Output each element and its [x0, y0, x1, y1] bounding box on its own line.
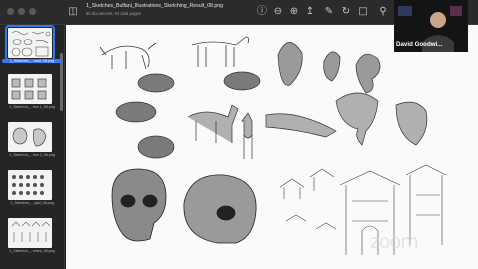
hoof-sketch — [323, 51, 341, 82]
thumbnail-5[interactable] — [8, 218, 52, 248]
sidebar-toggle-icon[interactable]: ◫ — [66, 5, 80, 19]
thumbnail-1[interactable] — [5, 25, 55, 61]
skull-sketch-2 — [183, 174, 257, 244]
zoom-out-icon[interactable]: ⊖ — [271, 5, 285, 19]
thumbnail-4[interactable] — [8, 170, 52, 200]
thumbnail-3-art — [12, 127, 47, 147]
thumbnail-sidebar: 1_Sketches_...esult_08.png 1_Sketches_..… — [0, 25, 65, 269]
deer-sketch — [241, 112, 253, 159]
markup-icon[interactable]: ✎ — [322, 5, 336, 19]
manatee-sketch — [395, 101, 428, 146]
close-window-button[interactable] — [7, 8, 14, 15]
thumbnail-3-label[interactable]: 1_Sketches_...tion 2_08.png — [2, 153, 62, 157]
rhino-sketch-2 — [115, 101, 157, 123]
horse-sketch — [187, 104, 239, 143]
share-icon[interactable]: ↥ — [303, 5, 317, 19]
thumbnail-4-label[interactable]: 1_Sketches_...yaki_08.png — [2, 201, 62, 205]
thumbnail-1-art — [11, 31, 51, 57]
window-controls — [7, 8, 36, 15]
crocodile-sketch — [265, 113, 337, 138]
rhino-sketch-3 — [137, 135, 175, 159]
roof-sketch-1 — [279, 178, 305, 199]
thumbnail-3[interactable] — [8, 122, 52, 152]
thumbnail-5-label[interactable]: 1_Sketches_...tches_08.png — [2, 249, 62, 253]
thumbnail-5-art — [11, 221, 51, 242]
zoom-window-button[interactable] — [29, 8, 36, 15]
zoom-watermark: zoom — [370, 231, 419, 253]
chameleon-sketch — [355, 53, 381, 94]
roof-sketch-2 — [309, 168, 335, 191]
roof-sketch-3 — [285, 214, 337, 230]
seal-sketch — [277, 42, 303, 86]
bird-skeleton-sketch — [99, 42, 157, 70]
participant-video[interactable]: David Goodwi... — [394, 0, 468, 52]
horse-skeleton-sketch — [191, 36, 250, 67]
thumbnail-1-label[interactable]: 1_Sketches_...esult_08.png — [2, 59, 62, 63]
thumbnail-2[interactable] — [8, 74, 52, 104]
rotate-icon[interactable]: ↻ — [339, 5, 353, 19]
crop-icon[interactable]: □ — [356, 5, 370, 19]
document-subtitle: 80 documents, 93 total pages — [86, 11, 141, 16]
elephant-sketch — [335, 92, 379, 146]
skull-sketch-1 — [111, 168, 167, 242]
document-title: 1_Sketches_Bulfani_Illustrations_Sketchi… — [86, 3, 223, 9]
boar-sketch — [223, 71, 261, 91]
zoom-in-icon[interactable]: ⊕ — [287, 5, 301, 19]
rhino-sketch-1 — [137, 73, 175, 93]
minimize-window-button[interactable] — [18, 8, 25, 15]
participant-name: David Goodwi... — [396, 41, 443, 48]
thumbnail-2-art — [11, 78, 47, 100]
thumbnail-4-art — [12, 175, 44, 195]
thumbnail-2-label[interactable]: 1_Sketches_...tion 1_08.png — [2, 105, 62, 109]
info-icon[interactable]: ⓘ — [255, 5, 269, 19]
search-icon[interactable]: ⚲ — [376, 5, 390, 19]
